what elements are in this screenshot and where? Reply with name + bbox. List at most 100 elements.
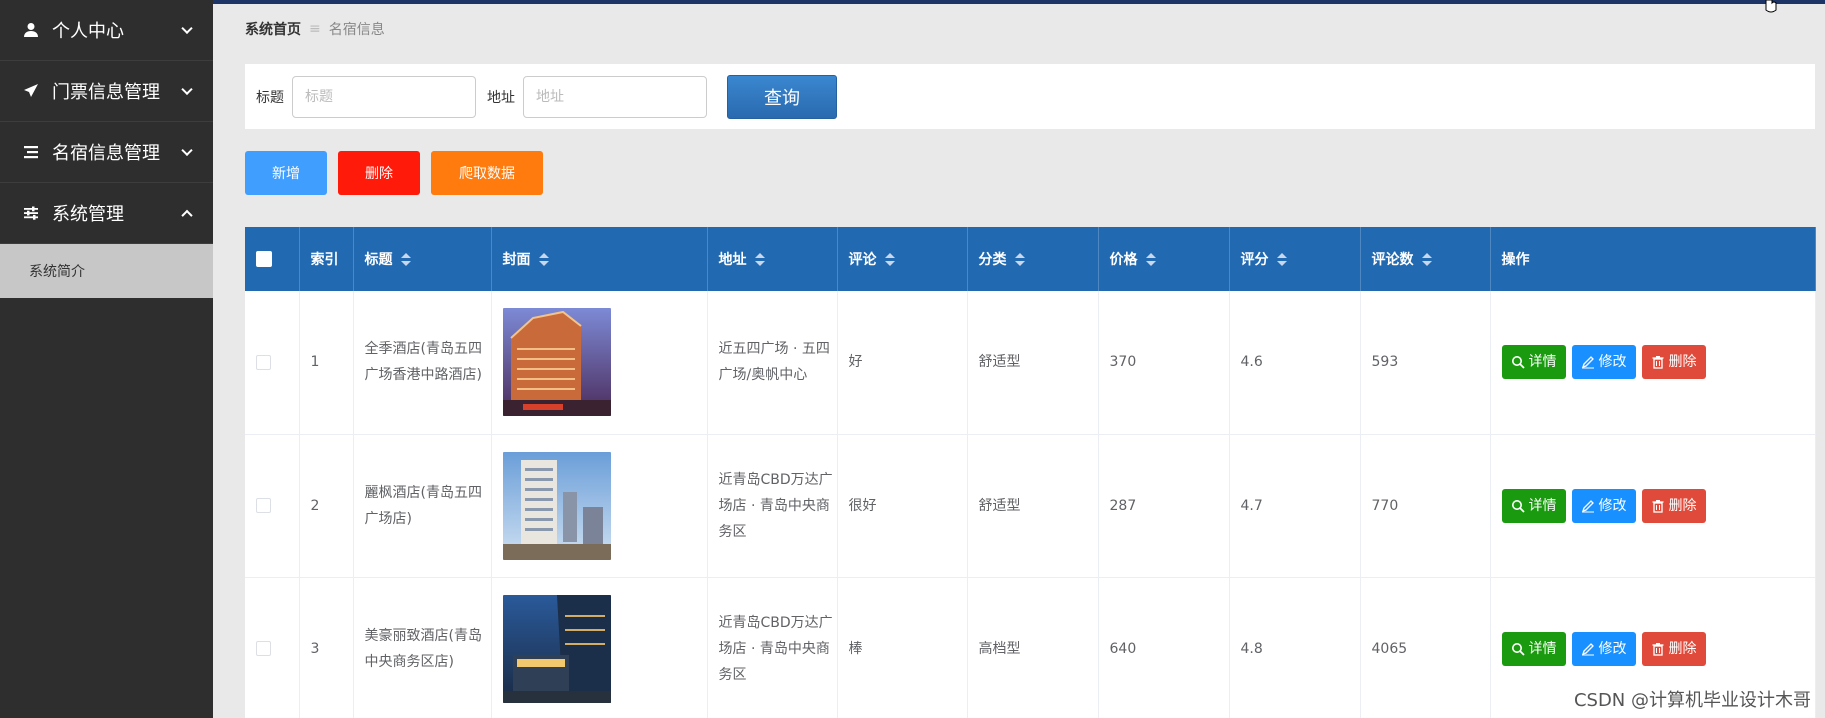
sliders-icon	[22, 204, 40, 222]
column-header-rating[interactable]: 评分	[1229, 227, 1361, 291]
chevron-up-icon	[181, 209, 193, 222]
title-label: 标题	[256, 89, 284, 106]
crawl-data-button[interactable]: 爬取数据	[431, 151, 543, 195]
column-header-cover[interactable]: 封面	[491, 227, 708, 291]
sidebar-item-label: 名宿信息管理	[52, 143, 160, 164]
sidebar-subitem-label: 系统简介	[29, 264, 85, 280]
chevron-down-icon	[181, 22, 193, 35]
operations-cell: 详情 修改 删除	[1490, 291, 1816, 435]
sidebar-subitem-system-intro[interactable]: 系统简介	[0, 244, 213, 298]
sidebar-item-homestay-management[interactable]: 名宿信息管理	[0, 122, 213, 183]
address-label: 地址	[487, 89, 515, 106]
address-cell: 近青岛CBD万达广场店 · 青岛中央商务区	[707, 434, 838, 578]
delete-button[interactable]: 删除	[1641, 488, 1706, 523]
sidebar-item-ticket-management[interactable]: 门票信息管理	[0, 61, 213, 122]
breadcrumb: 系统首页 ≡ 名宿信息	[245, 19, 385, 39]
edit-icon	[1581, 642, 1594, 655]
homestay-table: 索引 标题 封面 地址 评论 分类 价格 评分 评论数 操作 1 全季酒店(青岛…	[245, 227, 1816, 718]
category-cell: 舒适型	[967, 434, 1099, 578]
sidebar: 个人中心 门票信息管理 名宿信息管理 系统管理 系统简介	[0, 0, 213, 718]
column-header-address[interactable]: 地址	[707, 227, 838, 291]
column-header-category[interactable]: 分类	[967, 227, 1099, 291]
detail-button[interactable]: 详情	[1501, 631, 1566, 666]
column-header-price[interactable]: 价格	[1098, 227, 1230, 291]
sort-icon[interactable]	[884, 253, 895, 267]
detail-button[interactable]: 详情	[1501, 488, 1566, 523]
title-cell: 美豪丽致酒店(青岛中央商务区店)	[353, 577, 492, 718]
column-header-operations: 操作	[1490, 227, 1816, 291]
price-cell: 287	[1098, 434, 1230, 578]
column-header-comment[interactable]: 评论	[837, 227, 968, 291]
sidebar-item-system-management[interactable]: 系统管理	[0, 183, 213, 244]
list-icon	[22, 143, 40, 161]
title-cell: 麗枫酒店(青岛五四广场店)	[353, 434, 492, 578]
edit-button[interactable]: 修改	[1571, 345, 1636, 380]
sort-icon[interactable]	[538, 253, 549, 267]
row-checkbox[interactable]	[256, 354, 271, 370]
cover-image	[502, 594, 611, 703]
cover-cell	[491, 577, 708, 718]
breadcrumb-separator: ≡	[309, 21, 321, 37]
title-cell: 全季酒店(青岛五四广场香港中路酒店)	[353, 291, 492, 435]
edit-icon	[1581, 499, 1594, 512]
edit-button[interactable]: 修改	[1571, 631, 1636, 666]
comment-cell: 很好	[837, 434, 968, 578]
sort-icon[interactable]	[400, 253, 411, 267]
row-select-cell[interactable]	[245, 434, 300, 578]
review-count-cell: 770	[1360, 434, 1491, 578]
row-checkbox[interactable]	[256, 641, 271, 656]
row-select-cell[interactable]	[245, 577, 300, 718]
cover-image	[502, 451, 611, 560]
review-count-cell: 4065	[1360, 577, 1491, 718]
select-all-checkbox[interactable]	[256, 251, 272, 267]
cover-image	[502, 308, 611, 417]
index-cell: 1	[299, 291, 354, 435]
sort-icon[interactable]	[1014, 253, 1025, 267]
sidebar-item-label: 门票信息管理	[52, 82, 160, 103]
operations-cell: 详情 修改 删除	[1490, 434, 1816, 578]
user-icon	[22, 21, 40, 39]
address-search-input[interactable]	[523, 75, 707, 118]
price-cell: 370	[1098, 291, 1230, 435]
top-bar	[213, 0, 1825, 4]
select-all-cell[interactable]	[245, 227, 300, 291]
sidebar-item-label: 系统管理	[52, 204, 124, 225]
add-button[interactable]: 新增	[245, 151, 327, 195]
trash-icon	[1652, 642, 1663, 656]
query-button[interactable]: 查询	[727, 74, 837, 119]
batch-delete-button[interactable]: 删除	[338, 151, 420, 195]
row-checkbox[interactable]	[256, 498, 271, 513]
sort-icon[interactable]	[1276, 253, 1287, 267]
table-row: 2 麗枫酒店(青岛五四广场店) 近青岛CBD万达广场店 · 青岛中央商务区 很好…	[245, 434, 1816, 578]
search-icon	[1511, 356, 1525, 369]
sort-icon[interactable]	[754, 253, 765, 267]
cover-cell	[491, 291, 708, 435]
sort-icon[interactable]	[1421, 253, 1432, 267]
chevron-down-icon	[181, 83, 193, 96]
toolbar: 新增 删除 爬取数据	[245, 151, 543, 195]
sidebar-item-personal-center[interactable]: 个人中心	[0, 0, 213, 61]
table-row: 1 全季酒店(青岛五四广场香港中路酒店) 近五四广场 · 五四广场/奥帆中心 好…	[245, 291, 1816, 435]
detail-button[interactable]: 详情	[1501, 345, 1566, 380]
breadcrumb-current: 名宿信息	[328, 22, 385, 38]
address-cell: 近青岛CBD万达广场店 · 青岛中央商务区	[707, 577, 838, 718]
delete-button[interactable]: 删除	[1641, 631, 1706, 666]
sort-icon[interactable]	[1145, 253, 1156, 267]
category-cell: 舒适型	[967, 291, 1099, 435]
column-header-review-count[interactable]: 评论数	[1360, 227, 1491, 291]
address-cell: 近五四广场 · 五四广场/奥帆中心	[707, 291, 838, 435]
paper-plane-icon	[22, 82, 40, 100]
price-cell: 640	[1098, 577, 1230, 718]
comment-cell: 好	[837, 291, 968, 435]
comment-cell: 棒	[837, 577, 968, 718]
sidebar-item-label: 个人中心	[52, 21, 124, 42]
search-icon	[1511, 642, 1525, 656]
edit-button[interactable]: 修改	[1571, 488, 1636, 523]
rating-cell: 4.8	[1229, 577, 1361, 718]
breadcrumb-home[interactable]: 系统首页	[245, 19, 301, 39]
column-header-title[interactable]: 标题	[353, 227, 492, 291]
delete-button[interactable]: 删除	[1641, 345, 1706, 380]
index-cell: 3	[299, 577, 354, 718]
title-search-input[interactable]	[292, 75, 476, 118]
row-select-cell[interactable]	[245, 291, 300, 435]
